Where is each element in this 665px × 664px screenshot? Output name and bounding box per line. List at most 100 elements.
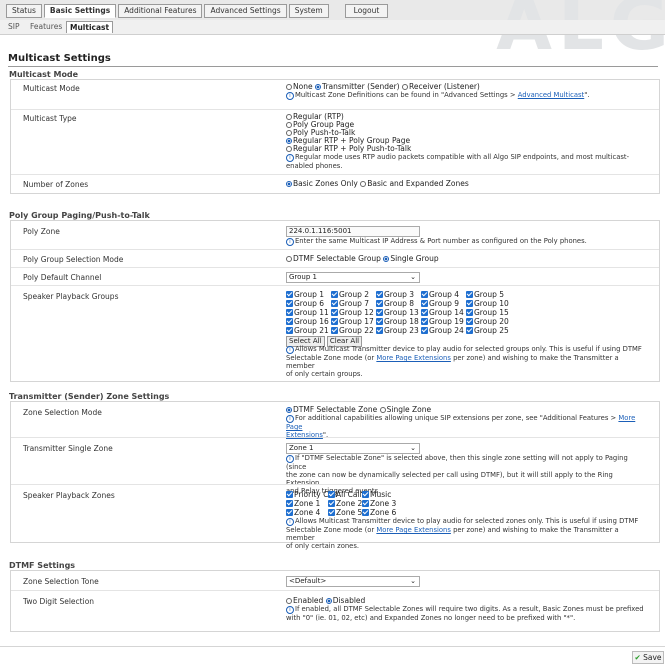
checkbox-checked-icon[interactable] — [376, 300, 383, 307]
zone-checkbox-cell[interactable]: All Call — [328, 490, 362, 499]
group-checkbox-cell[interactable]: Group 21 — [286, 326, 331, 335]
checkbox-checked-icon[interactable] — [376, 309, 383, 316]
radio-zone-single[interactable] — [379, 407, 386, 413]
radio-group-dtmf[interactable] — [286, 256, 292, 262]
group-checkbox-cell[interactable]: Group 8 — [376, 299, 421, 308]
zone-checkbox-cell[interactable]: Music — [362, 490, 402, 499]
checkbox-checked-icon[interactable] — [421, 327, 428, 334]
group-checkbox-cell[interactable]: Group 4 — [421, 290, 466, 299]
radio-group-single[interactable] — [383, 256, 390, 262]
group-checkbox-cell[interactable]: Group 6 — [286, 299, 331, 308]
radio-mode-none[interactable] — [286, 84, 292, 90]
checkbox-checked-icon[interactable] — [328, 509, 335, 516]
zone-checkbox-cell[interactable]: Zone 3 — [362, 499, 402, 508]
checkbox-checked-icon[interactable] — [286, 509, 293, 516]
checkbox-checked-icon[interactable] — [286, 291, 293, 298]
checkbox-checked-icon[interactable] — [328, 500, 335, 507]
group-checkbox-cell[interactable]: Group 15 — [466, 308, 511, 317]
radio-type-regular[interactable] — [286, 114, 292, 120]
radio-type-regular-poly-group[interactable] — [286, 138, 292, 144]
radio-two-digit-disabled[interactable] — [325, 598, 332, 604]
group-checkbox-cell[interactable]: Group 13 — [376, 308, 421, 317]
radio-zones-expanded[interactable] — [360, 181, 367, 187]
checkbox-checked-icon[interactable] — [421, 309, 428, 316]
checkbox-checked-icon[interactable] — [286, 318, 293, 325]
tab-basic-settings[interactable]: Basic Settings — [43, 4, 117, 18]
zone-checkbox-cell[interactable]: Zone 2 — [328, 499, 362, 508]
group-checkbox-cell[interactable]: Group 1 — [286, 290, 331, 299]
group-checkbox-cell[interactable]: Group 11 — [286, 308, 331, 317]
checkbox-checked-icon[interactable] — [286, 491, 293, 498]
checkbox-checked-icon[interactable] — [376, 318, 383, 325]
checkbox-checked-icon[interactable] — [286, 500, 293, 507]
checkbox-checked-icon[interactable] — [286, 300, 293, 307]
logout-button[interactable]: Logout — [344, 4, 389, 18]
group-checkbox-cell[interactable]: Group 16 — [286, 317, 331, 326]
subtab-sip[interactable]: SIP — [5, 21, 23, 32]
poly-zone-input[interactable]: 224.0.1.116:5001 — [286, 226, 420, 237]
poly-default-channel-select[interactable]: Group 1 ⌄ — [286, 272, 420, 283]
radio-type-poly-group[interactable] — [286, 122, 292, 128]
checkbox-checked-icon[interactable] — [376, 327, 383, 334]
tab-system[interactable]: System — [288, 4, 329, 18]
link-more-page-extensions[interactable]: More Page Extensions — [376, 526, 451, 534]
zone-checkbox-cell[interactable]: Zone 1 — [286, 499, 328, 508]
checkbox-checked-icon[interactable] — [331, 309, 338, 316]
checkbox-checked-icon[interactable] — [328, 491, 335, 498]
checkbox-checked-icon[interactable] — [331, 318, 338, 325]
checkbox-checked-icon[interactable] — [362, 509, 369, 516]
group-checkbox-cell[interactable]: Group 9 — [421, 299, 466, 308]
save-button[interactable]: ✔ Save — [632, 651, 664, 664]
tab-additional-features[interactable]: Additional Features — [118, 4, 203, 18]
checkbox-checked-icon[interactable] — [286, 327, 293, 334]
link-advanced-multicast[interactable]: Advanced Multicast — [518, 91, 584, 99]
zone-checkbox-cell[interactable]: Priority Call — [286, 490, 337, 499]
checkbox-checked-icon[interactable] — [466, 318, 473, 325]
checkbox-checked-icon[interactable] — [362, 491, 369, 498]
zone-checkbox-cell[interactable]: Zone 6 — [362, 508, 402, 517]
group-checkbox-cell[interactable]: Group 25 — [466, 326, 511, 335]
group-checkbox-cell[interactable]: Group 2 — [331, 290, 376, 299]
group-checkbox-cell[interactable]: Group 12 — [331, 308, 376, 317]
radio-two-digit-enabled[interactable] — [286, 598, 292, 604]
group-checkbox-cell[interactable]: Group 18 — [376, 317, 421, 326]
group-checkbox-cell[interactable]: Group 19 — [421, 317, 466, 326]
group-checkbox-cell[interactable]: Group 24 — [421, 326, 466, 335]
tab-status[interactable]: Status — [6, 4, 42, 18]
radio-type-regular-poly-ptt[interactable] — [286, 146, 292, 152]
radio-zones-basic[interactable] — [286, 181, 292, 187]
group-checkbox-cell[interactable]: Group 20 — [466, 317, 511, 326]
group-checkbox-cell[interactable]: Group 3 — [376, 290, 421, 299]
group-checkbox-cell[interactable]: Group 14 — [421, 308, 466, 317]
group-checkbox-cell[interactable]: Group 7 — [331, 299, 376, 308]
checkbox-checked-icon[interactable] — [376, 291, 383, 298]
checkbox-checked-icon[interactable] — [331, 327, 338, 334]
group-checkbox-cell[interactable]: Group 22 — [331, 326, 376, 335]
zone-checkbox-cell[interactable]: Zone 4 — [286, 508, 328, 517]
group-checkbox-cell[interactable]: Group 23 — [376, 326, 421, 335]
group-checkbox-cell[interactable]: Group 10 — [466, 299, 511, 308]
subtab-features[interactable]: Features — [27, 21, 65, 32]
checkbox-checked-icon[interactable] — [331, 300, 338, 307]
checkbox-checked-icon[interactable] — [466, 300, 473, 307]
group-checkbox-cell[interactable]: Group 5 — [466, 290, 511, 299]
checkbox-checked-icon[interactable] — [331, 291, 338, 298]
checkbox-checked-icon[interactable] — [421, 318, 428, 325]
radio-zone-dtmf[interactable] — [286, 407, 292, 413]
checkbox-checked-icon[interactable] — [362, 500, 369, 507]
checkbox-checked-icon[interactable] — [421, 300, 428, 307]
transmitter-single-zone-select[interactable]: Zone 1 ⌄ — [286, 443, 420, 454]
zone-checkbox-cell[interactable]: Zone 5 — [328, 508, 362, 517]
checkbox-checked-icon[interactable] — [466, 309, 473, 316]
checkbox-checked-icon[interactable] — [466, 291, 473, 298]
subtab-multicast[interactable]: Multicast — [66, 21, 114, 33]
group-checkbox-cell[interactable]: Group 17 — [331, 317, 376, 326]
zone-selection-tone-select[interactable]: <Default> ⌄ — [286, 576, 420, 587]
checkbox-checked-icon[interactable] — [421, 291, 428, 298]
checkbox-checked-icon[interactable] — [466, 327, 473, 334]
radio-mode-transmitter[interactable] — [314, 84, 321, 90]
checkbox-checked-icon[interactable] — [286, 309, 293, 316]
tab-advanced-settings[interactable]: Advanced Settings — [204, 4, 287, 18]
radio-mode-receiver[interactable] — [401, 84, 408, 90]
link-more-page-extensions[interactable]: More Page Extensions — [376, 354, 451, 362]
